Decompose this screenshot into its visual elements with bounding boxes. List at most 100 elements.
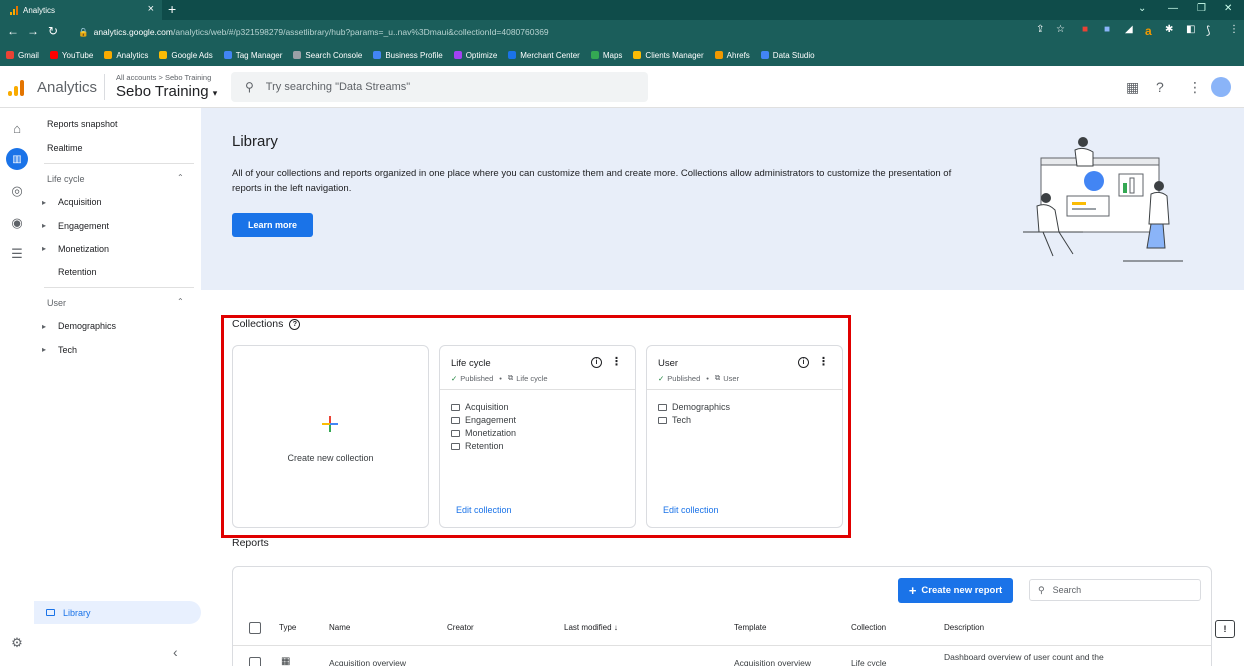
bookmark-clients-manager[interactable]: Clients Manager — [633, 51, 704, 60]
report-name[interactable]: Acquisition overview — [329, 658, 406, 666]
share-icon[interactable]: ⇪ — [1036, 24, 1044, 35]
bookmark-business-profile[interactable]: Business Profile — [373, 51, 443, 60]
reload-icon[interactable]: ↻ — [48, 24, 58, 38]
sidebar-item-tech[interactable]: Tech — [58, 345, 77, 355]
restore-icon[interactable]: ❐ — [1197, 3, 1206, 14]
url-host: analytics.google.com — [93, 27, 173, 37]
home-icon[interactable]: ⌂ — [9, 121, 25, 136]
reports-heading: Reports — [232, 537, 269, 549]
profile-icon[interactable]: ⟆ — [1206, 24, 1210, 37]
chevron-up-icon[interactable]: ⌃ — [177, 297, 184, 306]
more-vert-icon[interactable]: ⋮ — [611, 355, 622, 368]
collections-title: Collections ? — [232, 318, 301, 330]
bookmark-ahrefs[interactable]: Ahrefs — [714, 51, 750, 60]
back-icon[interactable]: ← — [7, 24, 19, 38]
column-header-name[interactable]: Name — [329, 623, 350, 632]
select-all-checkbox[interactable] — [249, 622, 261, 634]
collection-card-lifecycle[interactable]: Life cycle ✓ Published • ⧉ Life cycle i … — [439, 345, 636, 528]
expand-arrow-icon[interactable]: ▸ — [42, 322, 46, 331]
create-collection-card[interactable]: Create new collection — [232, 345, 429, 528]
bookmark-analytics[interactable]: Analytics — [104, 51, 148, 60]
avatar[interactable] — [1211, 77, 1231, 97]
sidebar-section-lifecycle[interactable]: Life cycle — [47, 174, 85, 184]
configure-icon[interactable]: ☰ — [9, 246, 25, 262]
bookmark-merchant-center[interactable]: Merchant Center — [508, 51, 580, 60]
collection-card-user[interactable]: User ✓ Published • ⧉ User i ⋮ Demographi… — [646, 345, 843, 528]
sidebar-item-retention[interactable]: Retention — [58, 267, 97, 277]
collection-item: Monetization — [451, 427, 516, 440]
minimize-icon[interactable]: — — [1168, 3, 1178, 14]
bookmark-optimize[interactable]: Optimize — [453, 51, 497, 60]
bookmark-search-console[interactable]: Search Console — [293, 51, 362, 60]
report-search-input[interactable]: ⚲ Search — [1029, 579, 1201, 601]
sidepanel-icon[interactable]: ◧ — [1186, 24, 1195, 35]
expand-arrow-icon[interactable]: ▸ — [42, 221, 46, 230]
close-tab-icon[interactable]: × — [148, 3, 154, 15]
close-window-icon[interactable]: ✕ — [1224, 3, 1232, 14]
sidebar-item-reports-snapshot[interactable]: Reports snapshot — [47, 119, 118, 129]
chevron-down-icon[interactable]: ⌄ — [1138, 3, 1146, 14]
expand-arrow-icon[interactable]: ▸ — [42, 345, 46, 354]
sidebar-item-label: Library — [63, 607, 91, 618]
bookmarks-bar: Gmail YouTube Analytics Google Ads Tag M… — [0, 44, 1244, 66]
more-vert-icon[interactable]: ⋮ — [818, 355, 829, 368]
expand-arrow-icon[interactable]: ▸ — [42, 198, 46, 207]
ahrefs-extension-icon[interactable]: a — [1145, 24, 1152, 38]
bookmark-maps[interactable]: Maps — [590, 51, 622, 60]
explore-icon[interactable]: ◎ — [9, 183, 25, 199]
sidebar-item-engagement[interactable]: Engagement — [58, 221, 109, 231]
bookmark-tag-manager[interactable]: Tag Manager — [223, 51, 282, 60]
sidebar-item-acquisition[interactable]: Acquisition — [58, 197, 102, 207]
extension-icon[interactable]: ■ — [1104, 24, 1110, 35]
column-header-type[interactable]: Type — [279, 623, 296, 632]
ahrefs-icon — [714, 51, 723, 59]
collapse-sidebar-icon[interactable]: ‹ — [173, 644, 178, 660]
create-new-report-button[interactable]: + Create new report — [898, 578, 1013, 603]
advertising-icon[interactable]: ◉ — [9, 215, 25, 231]
forward-icon[interactable]: → — [27, 24, 39, 38]
new-tab-icon[interactable]: + — [168, 1, 176, 17]
url-field[interactable]: 🔒 analytics.google.com /analytics/web/#/… — [72, 23, 1032, 41]
puzzle-icon[interactable]: ✱ — [1165, 24, 1173, 35]
column-header-creator[interactable]: Creator — [447, 623, 474, 632]
reports-sidebar: Reports snapshot Realtime Life cycle ⌃ ▸… — [34, 108, 201, 666]
column-header-collection[interactable]: Collection — [851, 623, 886, 632]
extension-icon[interactable]: ■ — [1082, 24, 1088, 35]
more-vert-icon[interactable]: ⋮ — [1188, 79, 1202, 96]
info-icon[interactable]: i — [591, 357, 602, 368]
learn-more-button[interactable]: Learn more — [232, 213, 313, 237]
search-placeholder: Try searching "Data Streams" — [265, 81, 411, 93]
help-icon[interactable]: ? — [1156, 79, 1164, 95]
reports-icon[interactable]: ▥ — [6, 148, 28, 170]
expand-arrow-icon[interactable]: ▸ — [42, 244, 46, 253]
edit-collection-link[interactable]: Edit collection — [663, 505, 719, 515]
property-selector[interactable]: Sebo Training ▾ — [116, 83, 217, 100]
bookmark-data-studio[interactable]: Data Studio — [760, 51, 815, 60]
extension-icon[interactable]: ◢ — [1125, 24, 1133, 35]
bookmark-youtube[interactable]: YouTube — [49, 51, 93, 60]
column-header-last-modified[interactable]: Last modified ↓ — [564, 623, 618, 632]
help-circle-icon[interactable]: ? — [289, 318, 301, 330]
account-breadcrumb[interactable]: All accounts > Sebo Training — [116, 73, 211, 82]
check-circle-icon: ✓ — [451, 373, 458, 383]
column-header-description[interactable]: Description — [944, 623, 984, 632]
bookmark-star-icon[interactable]: ☆ — [1056, 24, 1065, 35]
sidebar-item-library[interactable]: Library — [34, 601, 201, 624]
row-checkbox[interactable] — [249, 657, 261, 666]
browser-tab[interactable]: Analytics × — [0, 0, 162, 20]
sidebar-item-demographics[interactable]: Demographics — [58, 321, 116, 331]
settings-gear-icon[interactable]: ⚙ — [9, 635, 25, 651]
edit-collection-link[interactable]: Edit collection — [456, 505, 512, 515]
sidebar-section-user[interactable]: User — [47, 298, 66, 308]
column-header-template[interactable]: Template — [734, 623, 766, 632]
apps-grid-icon[interactable]: ▦ — [1126, 79, 1139, 96]
menu-icon[interactable]: ⋮ — [1229, 24, 1239, 35]
sidebar-item-monetization[interactable]: Monetization — [58, 244, 109, 254]
info-icon[interactable]: i — [798, 357, 809, 368]
bookmark-google-ads[interactable]: Google Ads — [159, 51, 213, 60]
sidebar-item-realtime[interactable]: Realtime — [47, 143, 83, 153]
chevron-up-icon[interactable]: ⌃ — [177, 173, 184, 182]
feedback-icon[interactable]: ! — [1215, 620, 1235, 638]
search-input[interactable]: ⚲ Try searching "Data Streams" — [231, 72, 648, 102]
bookmark-gmail[interactable]: Gmail — [6, 51, 39, 60]
